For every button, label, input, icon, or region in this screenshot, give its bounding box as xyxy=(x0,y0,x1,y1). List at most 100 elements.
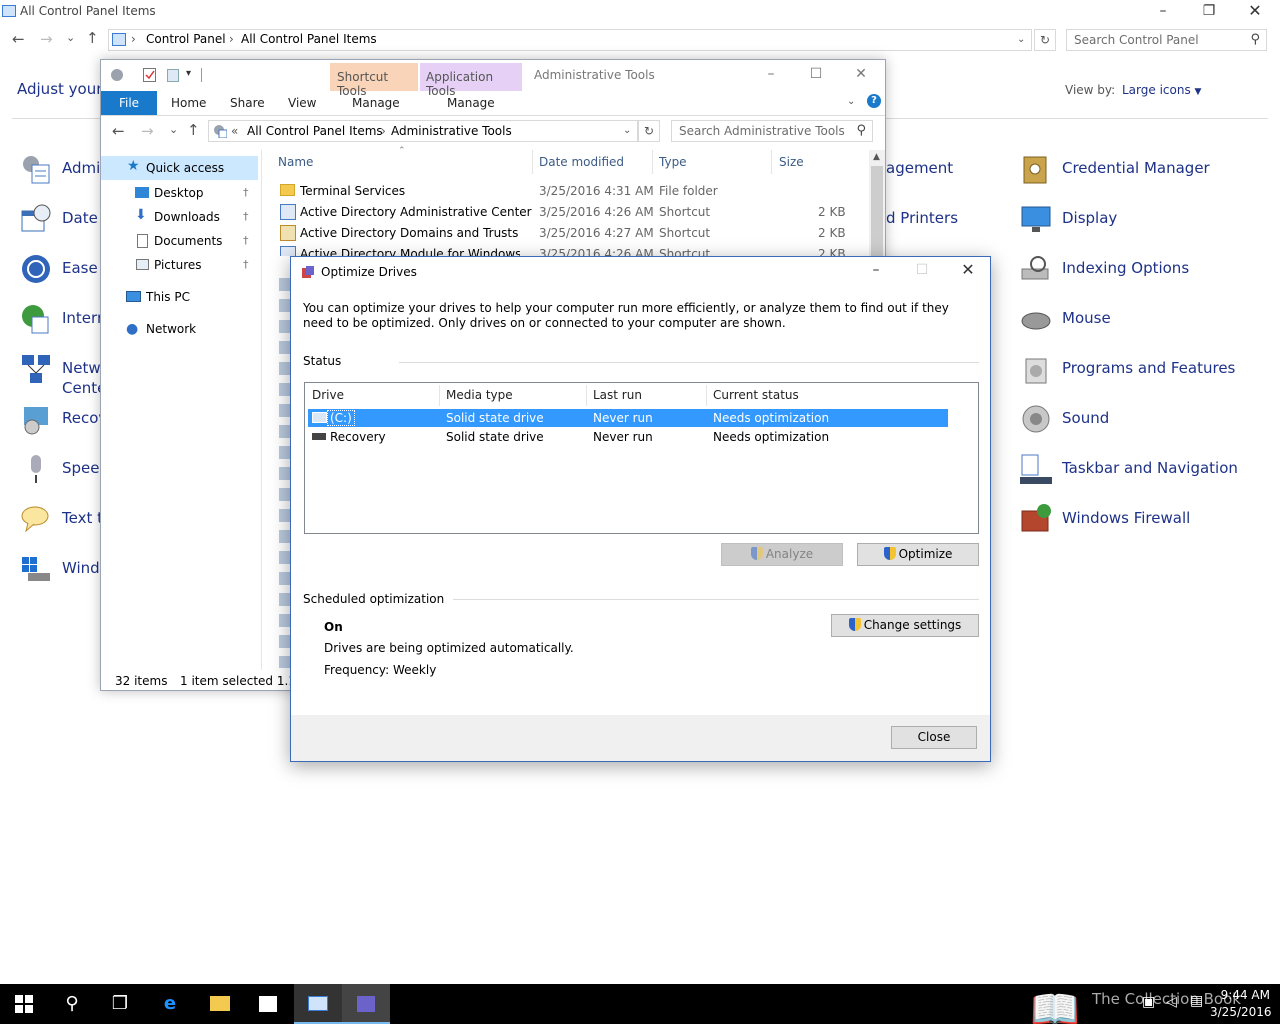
analyze-button[interactable]: Analyze xyxy=(721,543,843,566)
cp-item-indexing-options[interactable]: Indexing Options xyxy=(1020,251,1260,291)
drive-row-recovery[interactable]: Recovery Solid state drive Never run Nee… xyxy=(308,428,948,446)
checkmark-icon[interactable] xyxy=(143,68,156,82)
clock-date[interactable]: 3/25/2016 xyxy=(1210,1005,1272,1019)
cp-item-windows-firewall[interactable]: Windows Firewall xyxy=(1020,501,1260,541)
dialog-close-x-button[interactable]: ✕ xyxy=(945,259,991,283)
tab-manage-shortcut[interactable]: Manage xyxy=(352,96,400,110)
column-header-date[interactable]: Date modified xyxy=(539,155,624,169)
nav-this-pc[interactable]: This PC xyxy=(101,285,258,309)
breadcrumb-administrative-tools[interactable]: Administrative Tools xyxy=(391,124,512,138)
control-panel-taskbar-icon[interactable] xyxy=(294,984,342,1024)
nav-documents[interactable]: Documents † xyxy=(101,229,258,253)
view-by-dropdown[interactable]: Large icons ▼ xyxy=(1122,83,1201,97)
cp-item-sound[interactable]: Sound xyxy=(1020,401,1260,441)
drives-column-media[interactable]: Media type xyxy=(446,383,513,408)
tab-home[interactable]: Home xyxy=(171,96,206,110)
tab-share[interactable]: Share xyxy=(230,96,265,110)
table-row[interactable]: Active Directory Module for Windows Po..… xyxy=(273,244,853,256)
close-button[interactable]: ✕ xyxy=(1232,0,1278,24)
explorer-address-bar[interactable]: « All Control Panel Items › Administrati… xyxy=(208,120,638,142)
column-header-size[interactable]: Size xyxy=(779,155,804,169)
chevron-down-icon[interactable]: ⌄ xyxy=(623,125,631,136)
control-panel-address-bar[interactable]: › Control Panel › All Control Panel Item… xyxy=(108,29,1032,51)
close-button-dialog[interactable]: Close xyxy=(891,726,977,749)
optimize-drives-taskbar-icon[interactable] xyxy=(342,984,390,1024)
tab-manage-application[interactable]: Manage xyxy=(447,96,495,110)
cp-item-text-to-speech[interactable]: Text to xyxy=(20,501,112,541)
explorer-forward-arrow-icon[interactable]: → xyxy=(141,122,154,140)
cp-item-internet-options[interactable]: Interr xyxy=(20,301,110,341)
nav-network[interactable]: ● Network xyxy=(101,317,258,341)
breadcrumb-control-panel[interactable]: Control Panel xyxy=(146,32,226,46)
table-row[interactable]: Active Directory Domains and Trusts 3/25… xyxy=(273,223,853,244)
explorer-recent-icon[interactable]: ⌄ xyxy=(169,123,178,136)
explorer-maximize-button[interactable]: ☐ xyxy=(793,63,839,87)
breadcrumb-all-items[interactable]: All Control Panel Items xyxy=(241,32,377,46)
explorer-minimize-button[interactable]: – xyxy=(748,63,794,87)
start-button[interactable] xyxy=(0,984,48,1024)
cp-item-display[interactable]: Display xyxy=(1020,201,1260,241)
restore-button[interactable]: ❐ xyxy=(1186,0,1232,24)
breadcrumb-all-control-panel-items[interactable]: All Control Panel Items xyxy=(247,124,383,138)
minimize-button[interactable]: – xyxy=(1140,0,1186,24)
nav-quick-access[interactable]: ★ Quick access xyxy=(101,156,258,180)
column-header-type[interactable]: Type xyxy=(659,155,687,169)
cp-item-printers-partial[interactable]: d Printers xyxy=(886,209,958,227)
cp-item-credential-manager[interactable]: Credential Manager xyxy=(1020,151,1260,191)
cp-item-network[interactable]: Netwo Cente xyxy=(20,351,110,397)
change-settings-button[interactable]: Change settings xyxy=(831,614,979,637)
explorer-search-input[interactable]: Search Administrative Tools ⚲ xyxy=(671,120,873,142)
dialog-minimize-button[interactable]: – xyxy=(853,259,899,283)
store-icon[interactable] xyxy=(244,984,292,1024)
explorer-back-arrow-icon[interactable]: ← xyxy=(112,122,125,140)
expand-ribbon-icon[interactable]: ⌄ xyxy=(847,96,855,107)
cp-item-recovery[interactable]: Recov xyxy=(20,401,110,441)
drives-column-last-run[interactable]: Last run xyxy=(593,383,642,408)
recent-locations-icon[interactable]: ⌄ xyxy=(66,31,75,44)
table-row[interactable]: Terminal Services 3/25/2016 4:31 AM File… xyxy=(273,181,853,202)
chevron-down-icon[interactable]: ⌄ xyxy=(1017,34,1025,45)
optimize-button[interactable]: Optimize xyxy=(857,543,979,566)
nav-pictures[interactable]: Pictures † xyxy=(101,253,258,277)
action-center-icon[interactable]: ▤ xyxy=(1190,993,1203,1009)
file-explorer-icon[interactable] xyxy=(196,984,244,1024)
cp-item-windows-to-go[interactable]: Windo xyxy=(20,551,110,591)
cp-item-speech[interactable]: Speec xyxy=(20,451,110,491)
explorer-close-button[interactable]: ✕ xyxy=(838,63,884,87)
tab-file[interactable]: File xyxy=(101,91,157,115)
clock-time[interactable]: 9:44 AM xyxy=(1216,988,1270,1002)
tab-view[interactable]: View xyxy=(288,96,316,110)
forward-arrow-icon[interactable]: → xyxy=(40,30,53,48)
edge-browser-icon[interactable]: e xyxy=(146,984,194,1024)
properties-icon[interactable] xyxy=(109,67,127,83)
search-taskbar-icon[interactable]: ⚲ xyxy=(48,984,96,1024)
volume-tray-icon[interactable]: ◁ xyxy=(1166,994,1177,1010)
cp-item-taskbar-navigation[interactable]: Taskbar and Navigation xyxy=(1020,451,1260,491)
explorer-up-arrow-icon[interactable]: ↑ xyxy=(187,121,200,139)
network-tray-icon[interactable]: ▣ xyxy=(1142,994,1155,1010)
drives-column-status[interactable]: Current status xyxy=(713,383,799,408)
nav-downloads[interactable]: ⬇ Downloads † xyxy=(101,205,258,229)
help-icon[interactable]: ? xyxy=(867,94,881,108)
drives-list[interactable]: Drive Media type Last run Current status… xyxy=(304,382,979,534)
cp-item-ease-of-access[interactable]: Ease o xyxy=(20,251,112,291)
cp-item-mouse[interactable]: Mouse xyxy=(1020,301,1260,341)
nav-desktop[interactable]: Desktop † xyxy=(101,181,258,205)
cp-item-admin-tools[interactable]: Admi xyxy=(20,151,110,191)
cp-item-programs-features[interactable]: Programs and Features xyxy=(1020,351,1260,391)
customize-toolbar-icon[interactable]: ▾ xyxy=(186,68,191,79)
cp-item-credential-partial[interactable]: agement xyxy=(886,159,953,177)
refresh-icon[interactable]: ↻ xyxy=(1034,29,1056,51)
drive-row-c[interactable]: (C:) Solid state drive Never run Needs o… xyxy=(308,409,948,427)
dialog-maximize-button[interactable]: ☐ xyxy=(899,259,945,283)
new-folder-icon[interactable] xyxy=(167,69,179,82)
back-arrow-icon[interactable]: ← xyxy=(12,30,25,48)
control-panel-search-input[interactable]: Search Control Panel ⚲ xyxy=(1066,29,1267,51)
cp-item-date-time[interactable]: Date a xyxy=(20,201,112,241)
path-overflow-icon[interactable]: « xyxy=(231,124,238,138)
scroll-up-icon[interactable]: ▲ xyxy=(873,152,880,162)
column-header-name[interactable]: Name xyxy=(278,155,313,169)
up-arrow-icon[interactable]: ↑ xyxy=(86,29,99,47)
explorer-refresh-icon[interactable]: ↻ xyxy=(638,120,660,142)
table-row[interactable]: Active Directory Administrative Center 3… xyxy=(273,202,853,223)
